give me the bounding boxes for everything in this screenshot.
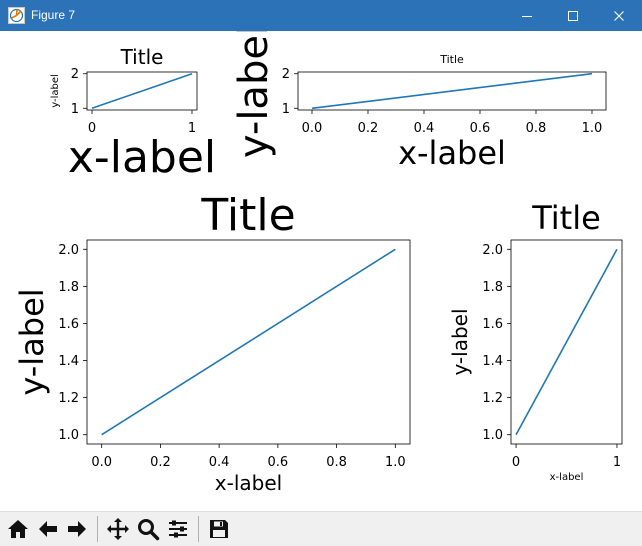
y-tick-label: 1.4 xyxy=(482,354,503,369)
save-disk-icon xyxy=(210,520,228,538)
subplot-title: Title xyxy=(200,190,295,241)
y-tick-label: 2 xyxy=(282,67,290,82)
x-axis-label: x-label xyxy=(550,472,584,483)
pan-button[interactable] xyxy=(104,515,132,543)
subplot-3: 0.0 0.2 0.4 0.6 0.8 1.0 1.0 1.2 1.4 1.6 1.8 2.0 Titl… xyxy=(13,190,411,495)
home-button[interactable] xyxy=(4,515,32,543)
figure-svg: 0 1 1 2 Title x-label y-label 0.0 0.2 0.4 0.6 0.8 1.… xyxy=(13,31,623,495)
forward-button[interactable] xyxy=(63,515,91,543)
y-tick-label: 1.0 xyxy=(58,428,79,443)
x-tick-label: 0.6 xyxy=(268,455,289,470)
x-tick-label: 0.0 xyxy=(302,121,323,136)
window-title: Figure 7 xyxy=(31,8,76,22)
y-tick-label: 1.4 xyxy=(58,354,79,369)
back-arrow-icon xyxy=(39,521,57,537)
x-tick-label: 1 xyxy=(613,455,621,470)
maximize-icon xyxy=(568,10,578,21)
figure-canvas[interactable]: 0 1 1 2 Title x-label y-label 0.0 0.2 0.4 0.6 0.8 1.… xyxy=(1,31,641,511)
configure-subplots-icon xyxy=(169,520,187,538)
toolbar-separator xyxy=(97,516,98,542)
y-tick-label: 1.6 xyxy=(482,317,503,332)
close-icon xyxy=(614,10,624,21)
y-axis-label: y-label xyxy=(448,308,472,375)
x-axis-label: x-label xyxy=(398,134,506,172)
configure-subplots-button[interactable] xyxy=(164,515,192,543)
x-tick-label: 0.2 xyxy=(150,455,171,470)
y-axis-label: y-label xyxy=(13,288,51,395)
pan-move-icon xyxy=(107,518,129,540)
y-tick-label: 1.6 xyxy=(58,317,79,332)
window-titlebar[interactable]: Figure 7 xyxy=(0,0,642,31)
x-tick-label: 0.8 xyxy=(526,121,547,136)
zoom-button[interactable] xyxy=(134,515,162,543)
subplot-title: Title xyxy=(439,53,464,66)
back-button[interactable] xyxy=(34,515,62,543)
save-button[interactable] xyxy=(205,515,233,543)
x-tick-label: 0.0 xyxy=(91,455,112,470)
y-axis-label: y-label xyxy=(231,31,277,158)
y-tick-label: 1.2 xyxy=(58,391,79,406)
minimize-button[interactable] xyxy=(504,0,550,31)
subplot-1: 0 112Titlex-labely-label xyxy=(50,45,216,183)
zoom-magnifier-icon xyxy=(138,519,160,541)
x-tick-label: 0.2 xyxy=(358,121,379,136)
x-axis-label: x-label xyxy=(68,132,216,183)
minimize-icon xyxy=(522,15,532,17)
x-tick-label: 1.0 xyxy=(385,455,406,470)
y-tick-label: 1 xyxy=(282,102,290,117)
y-tick-label: 1.8 xyxy=(58,280,79,295)
y-tick-label: 2 xyxy=(71,67,79,82)
x-axis-label: x-label xyxy=(215,471,282,495)
figure-window: Figure 7 0 1 1 2 Title x-label y-label 0.0 0.2 0.… xyxy=(0,0,642,546)
subplot-2: 0.0 0.2 0.4 0.6 0.8 1.012Titlex-labely-label xyxy=(231,31,607,172)
y-tick-label: 1 xyxy=(71,102,79,117)
navigation-toolbar xyxy=(0,511,642,546)
maximize-button[interactable] xyxy=(550,0,596,31)
subplot-title: Title xyxy=(120,45,164,69)
y-axis-label: y-label xyxy=(50,74,61,108)
y-tick-label: 1.8 xyxy=(482,280,503,295)
y-tick-label: 2.0 xyxy=(58,243,79,258)
x-tick-label: 1.0 xyxy=(582,121,603,136)
home-icon xyxy=(8,520,28,538)
toolbar-separator xyxy=(198,516,199,542)
matplotlib-figure-icon xyxy=(8,7,25,24)
x-tick-label: 0.8 xyxy=(326,455,347,470)
y-tick-label: 2.0 xyxy=(482,243,503,258)
subplot-4: 0 1 1.0 1.2 1.4 1.6 1.8 2.0 Title x-label y-label xyxy=(448,199,623,483)
subplot-title: Title xyxy=(531,199,601,237)
y-tick-label: 1.2 xyxy=(482,391,503,406)
close-button[interactable] xyxy=(596,0,642,31)
y-tick-label: 1.0 xyxy=(482,428,503,443)
x-tick-label: 0.4 xyxy=(209,455,230,470)
forward-arrow-icon xyxy=(68,521,86,537)
x-tick-label: 0 xyxy=(512,455,520,470)
